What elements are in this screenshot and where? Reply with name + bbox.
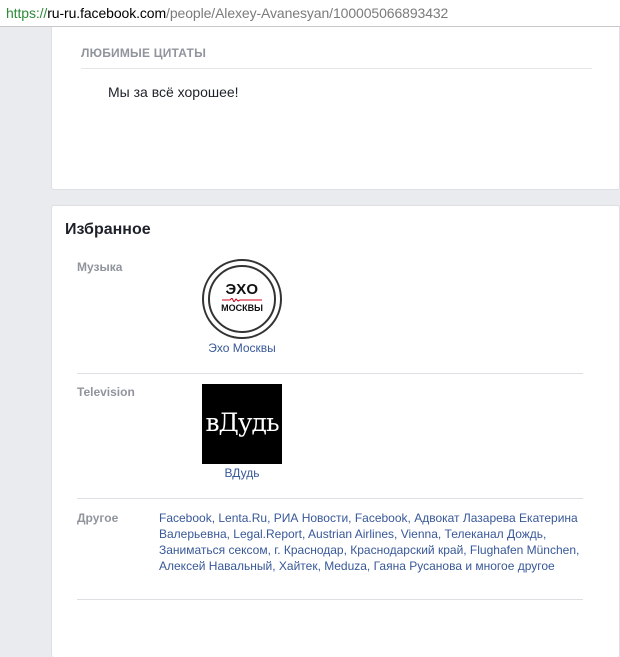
favorite-quotes-heading: ЛЮБИМЫЕ ЦИТАТЫ [81,46,592,69]
music-label: Музыка [77,260,123,274]
other-label: Другое [77,511,119,525]
divider [77,498,583,499]
favorites-card: Избранное Музыка ЭХО МОСКВЫ Эхо Москвы T… [51,205,620,657]
url-text[interactable]: https://ru-ru.facebook.com/people/Alexey… [6,4,448,22]
favorite-quotes-card: ЛЮБИМЫЕ ЦИТАТЫ Мы за всё хорошее! [51,27,620,190]
divider [77,599,583,600]
vdud-logo-text: вДудь [205,408,279,437]
url-protocol: https:// [6,5,48,21]
favorites-title: Избранное [65,221,151,238]
browser-address-bar[interactable]: https://ru-ru.facebook.com/people/Alexey… [0,0,620,27]
favorite-quote-text: Мы за всё хорошее! [108,84,239,100]
echo-logo-sub: МОСКВЫ [221,303,263,313]
echo-logo-word: ЭХО [225,281,259,298]
url-host: ru-ru.facebook.com [47,5,167,21]
sound-wave-icon [222,298,262,302]
music-item-echo-moskvy[interactable]: ЭХО МОСКВЫ Эхо Москвы [192,259,292,355]
echo-moskvy-logo[interactable]: ЭХО МОСКВЫ [202,259,282,339]
television-item-vdud[interactable]: вДудь ВДудь [192,384,292,480]
divider [77,373,583,374]
url-path: /people/Alexey-Avanesyan/100005066893432 [166,5,449,21]
music-item-name[interactable]: Эхо Москвы [192,341,292,355]
other-favorites-links[interactable]: Facebook, Lenta.Ru, РИА Новости, Faceboo… [159,510,589,574]
television-item-name[interactable]: ВДудь [192,466,292,480]
vdud-logo[interactable]: вДудь [202,384,282,464]
television-label: Television [77,385,135,399]
